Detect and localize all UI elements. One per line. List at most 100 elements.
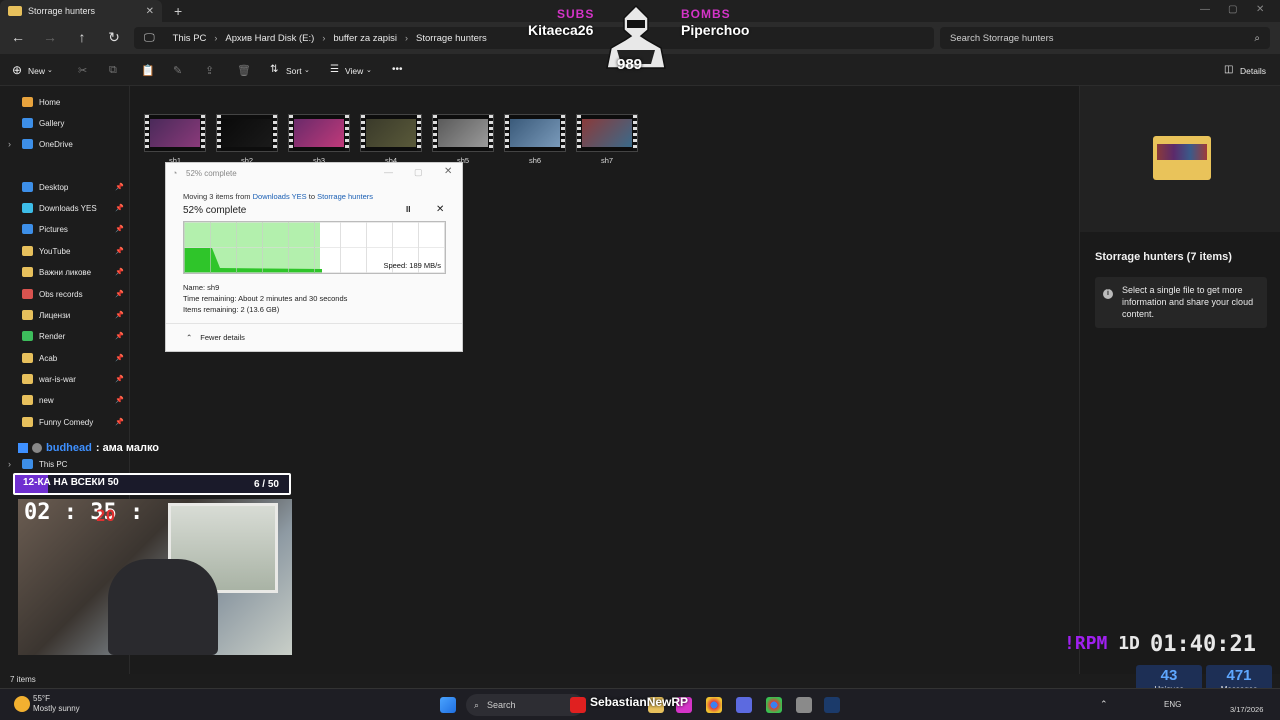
search-input[interactable]: Search Storrage hunters ⌕: [940, 27, 1270, 49]
pin-icon: 📌: [115, 226, 124, 233]
breadcrumb-current[interactable]: Storrage hunters: [408, 33, 495, 44]
bombs-label: BOMBS: [681, 7, 731, 21]
file-thumbnail[interactable]: [144, 114, 206, 152]
close-window-icon[interactable]: ✕: [1256, 4, 1264, 15]
sidebar-item-pictures[interactable]: Pictures 📌: [8, 221, 128, 237]
breadcrumb-buffer[interactable]: buffer za zapisi: [325, 33, 405, 44]
app-icon[interactable]: [736, 697, 752, 713]
pause-button[interactable]: II: [406, 205, 410, 214]
folder-icon: [22, 353, 33, 363]
cancel-button[interactable]: ✕: [436, 204, 444, 215]
file-name[interactable]: sh7: [576, 156, 638, 165]
sidebar-item-home[interactable]: Home: [8, 94, 128, 110]
sidebar-item-label: Лицензи: [39, 310, 71, 320]
pin-icon: 📌: [115, 312, 124, 319]
up-button[interactable]: ↑: [72, 29, 92, 45]
youtube-icon[interactable]: [570, 697, 586, 713]
sidebar-item-war-is-war[interactable]: war-is-war 📌: [8, 371, 128, 387]
maximize-icon[interactable]: ▢: [1228, 4, 1237, 15]
dialog-minimize-icon[interactable]: —: [384, 167, 393, 177]
dialog-maximize-icon[interactable]: ▢: [414, 167, 423, 178]
file-name[interactable]: sh6: [504, 156, 566, 165]
sidebar-item-desktop[interactable]: Desktop 📌: [8, 179, 128, 195]
more-options-button[interactable]: •••: [392, 64, 403, 75]
sidebar-item-label: Funny Comedy: [39, 417, 94, 427]
sort-button[interactable]: Sort: [286, 66, 302, 76]
speed-graph: Speed: 189 MB/s: [183, 221, 446, 274]
film-strip: [345, 115, 349, 151]
breadcrumb-this-pc[interactable]: This PC: [165, 33, 215, 44]
rename-icon[interactable]: ✎: [173, 64, 182, 77]
file-thumbnail[interactable]: [360, 114, 422, 152]
file-thumbnail[interactable]: [216, 114, 278, 152]
weather-widget[interactable]: 55°F Mostly sunny: [33, 694, 80, 714]
sidebar-item-gallery[interactable]: Gallery: [8, 115, 128, 131]
sort-icon: ⇅: [270, 64, 279, 75]
share-icon[interactable]: ⇪: [205, 64, 214, 77]
pin-icon: 📌: [115, 205, 124, 212]
chrome-icon[interactable]: [706, 697, 722, 713]
taskbar-search[interactable]: ⌕ Search: [466, 694, 584, 716]
folder-icon: [22, 267, 33, 277]
cut-icon[interactable]: ✂: [78, 64, 87, 77]
breadcrumb-disk-e[interactable]: Архив Hard Disk (E:): [217, 33, 322, 44]
paste-icon[interactable]: 📋: [141, 64, 155, 77]
sidebar-item-label: Desktop: [39, 182, 69, 192]
chevron-right-icon[interactable]: ›: [8, 459, 11, 469]
chrome-icon[interactable]: [766, 697, 782, 713]
sidebar-item-render[interactable]: Render 📌: [8, 328, 128, 344]
new-button[interactable]: New: [28, 66, 45, 76]
sidebar-item-youtube[interactable]: YouTube 📌: [8, 243, 128, 259]
sidebar-item-funny-comedy[interactable]: Funny Comedy 📌: [8, 414, 128, 430]
folder-icon: [22, 246, 33, 256]
file-thumbnail[interactable]: [288, 114, 350, 152]
sidebar-item-важни-ликове[interactable]: Важни ликове 📌: [8, 264, 128, 280]
forward-button[interactable]: →: [40, 29, 60, 45]
refresh-button[interactable]: ↻: [104, 29, 124, 46]
file-thumbnail[interactable]: [504, 114, 566, 152]
app-icon[interactable]: [796, 697, 812, 713]
delete-icon[interactable]: 🗑: [237, 64, 251, 77]
sidebar-item-downloads-yes[interactable]: Downloads YES 📌: [8, 200, 128, 216]
sidebar-item-label: Pictures: [39, 224, 68, 234]
details-pane-icon: ◫: [1224, 64, 1234, 75]
date-display[interactable]: 3/17/2026: [1230, 705, 1263, 714]
pc-icon: [22, 459, 33, 469]
weather-desc: Mostly sunny: [33, 704, 80, 713]
sidebar-item-new[interactable]: new 📌: [8, 392, 128, 408]
start-button[interactable]: [440, 697, 456, 713]
copy-icon[interactable]: ⧉: [109, 64, 117, 77]
webcam-person: [108, 559, 218, 655]
film-strip: [145, 115, 149, 151]
film-strip: [361, 115, 365, 151]
destination-link[interactable]: Storrage hunters: [317, 192, 373, 201]
dialog-close-icon[interactable]: ✕: [444, 166, 452, 177]
sidebar-item-onedrive[interactable]: › OneDrive: [8, 136, 128, 152]
video-preview: [438, 119, 488, 147]
back-button[interactable]: ←: [8, 29, 28, 45]
language-indicator[interactable]: ENG: [1164, 700, 1181, 709]
file-thumbnail[interactable]: [432, 114, 494, 152]
view-button[interactable]: View: [345, 66, 363, 76]
chevron-right-icon[interactable]: ›: [8, 139, 11, 149]
close-tab-icon[interactable]: ✕: [146, 6, 154, 17]
steam-icon[interactable]: [824, 697, 840, 713]
sidebar-item-this-pc[interactable]: › This PC: [8, 456, 128, 472]
new-tab-button[interactable]: +: [174, 3, 182, 19]
file-thumbnail[interactable]: [576, 114, 638, 152]
folder-icon: [22, 395, 33, 405]
minimize-icon[interactable]: —: [1200, 4, 1210, 15]
stream-timer-seconds: 20: [96, 506, 116, 525]
sidebar-item-obs-records[interactable]: Obs records 📌: [8, 286, 128, 302]
sidebar-item-acab[interactable]: Acab 📌: [8, 350, 128, 366]
source-link[interactable]: Downloads YES: [253, 192, 307, 201]
details-button[interactable]: Details: [1240, 66, 1266, 76]
sidebar-item-label: Gallery: [39, 118, 65, 128]
tray-chevron-icon[interactable]: ⌃: [1100, 699, 1108, 710]
fewer-details-button[interactable]: ⌃ Fewer details: [166, 323, 462, 351]
tab-storrage-hunters[interactable]: Storrage hunters ✕: [0, 0, 162, 22]
dialog-title: 52% complete: [186, 169, 237, 178]
sidebar-item-лицензи[interactable]: Лицензи 📌: [8, 307, 128, 323]
pin-icon: 📌: [115, 184, 124, 191]
folder-icon: [22, 417, 33, 427]
